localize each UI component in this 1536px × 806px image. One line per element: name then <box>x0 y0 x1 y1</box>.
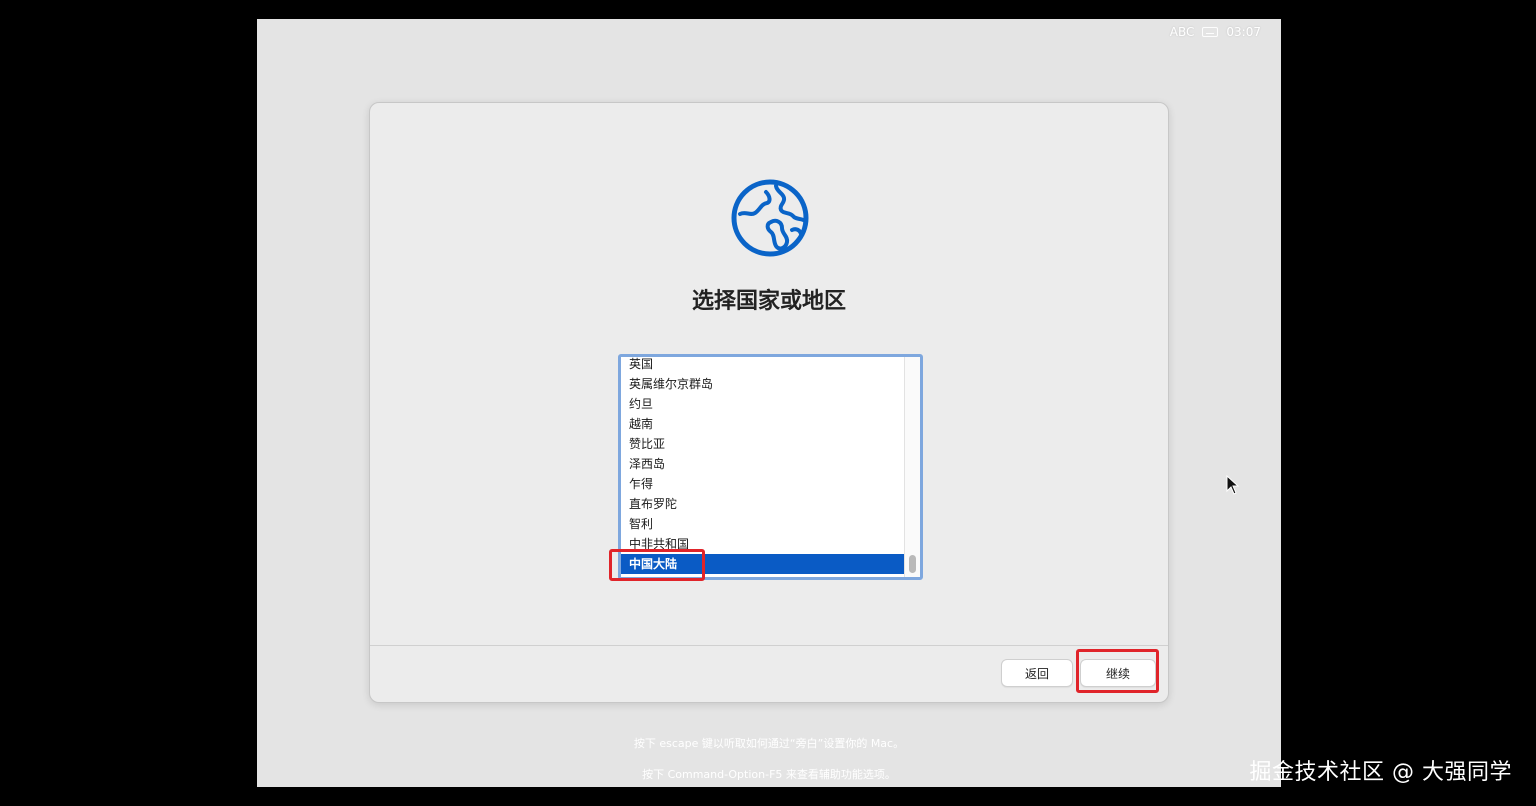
setup-screen: ABC 03:07 选择国家或地区 英国 英属维尔京群岛 约旦 越南 赞比亚 泽西岛 乍得直… <box>257 19 1281 787</box>
continue-button[interactable]: 继续 <box>1080 659 1156 687</box>
input-method-label[interactable]: ABC <box>1170 25 1195 39</box>
scrollbar-thumb[interactable] <box>909 555 916 573</box>
list-item[interactable]: 英属维尔京群岛 <box>621 374 904 394</box>
back-button[interactable]: 返回 <box>1001 659 1073 687</box>
country-list-items: 英国 英属维尔京群岛 约旦 越南 赞比亚 泽西岛 乍得 直布罗陀 智利 中非共和国 中国大陆 <box>621 357 904 574</box>
list-item[interactable]: 泽西岛 <box>621 454 904 474</box>
mouse-cursor-icon <box>1226 475 1240 495</box>
list-item[interactable]: 中非共和国 <box>621 534 904 554</box>
list-item[interactable]: 英国 <box>621 357 904 374</box>
list-item[interactable]: 赞比亚 <box>621 434 904 454</box>
menubar-status: ABC 03:07 <box>1170 25 1261 39</box>
globe-icon <box>731 179 809 257</box>
accessibility-hint: 按下 Command-Option-F5 来查看辅助功能选项。 <box>642 768 896 781</box>
list-item[interactable]: 乍得 <box>621 474 904 494</box>
list-item[interactable]: 越南 <box>621 414 904 434</box>
country-list[interactable]: 英国 英属维尔京群岛 约旦 越南 赞比亚 泽西岛 乍得 直布罗陀 智利 中非共和国 中国大陆 <box>618 354 923 580</box>
clock: 03:07 <box>1226 25 1261 39</box>
footer-divider <box>370 645 1168 646</box>
list-item[interactable]: 直布罗陀 <box>621 494 904 514</box>
list-item-selected[interactable]: 中国大陆 <box>621 554 904 574</box>
page-title: 选择国家或地区 <box>691 289 846 314</box>
voiceover-hint: 按下 escape 键以听取如何通过“旁白”设置你的 Mac。 <box>633 737 905 750</box>
list-scrollbar[interactable] <box>904 357 920 577</box>
setup-assistant-window: 选择国家或地区 英国 英属维尔京群岛 约旦 越南 赞比亚 泽西岛 乍得 直布罗陀 智利 中非共和国… <box>369 102 1240 703</box>
list-item[interactable]: 智利 <box>621 514 904 534</box>
watermark-text: 掘金技术社区 @ 大强同学 <box>1249 760 1512 785</box>
keyboard-icon[interactable] <box>1202 27 1219 37</box>
list-item[interactable]: 约旦 <box>621 394 904 414</box>
